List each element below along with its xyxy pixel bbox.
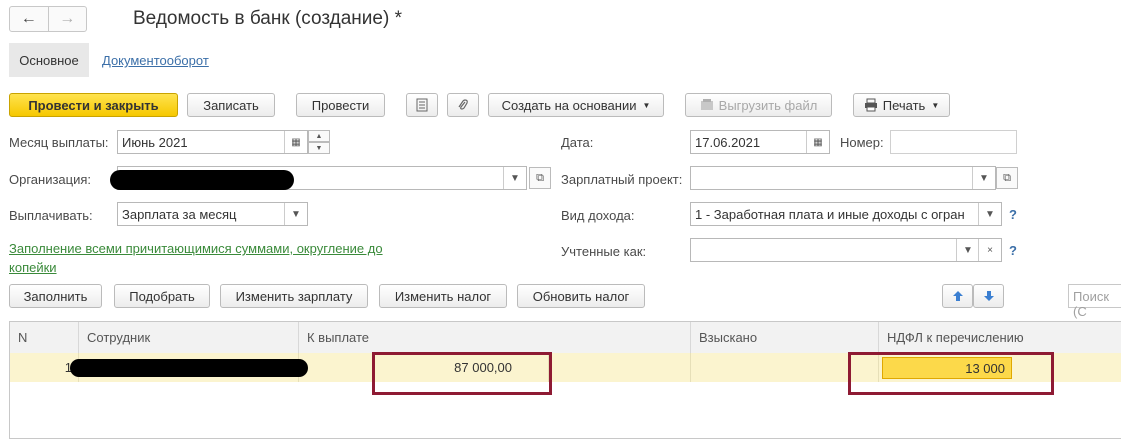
column-header-to-pay[interactable]: К выплате xyxy=(299,322,691,353)
month-up-button[interactable]: ▲ xyxy=(308,130,330,142)
redacted-employee xyxy=(70,359,308,377)
close-icon: × xyxy=(987,244,993,256)
organization-open-button[interactable]: ⧉ xyxy=(529,167,551,189)
navigation-buttons: ← → xyxy=(9,6,87,32)
open-icon: ⧉ xyxy=(536,171,544,184)
month-value: Июнь 2021 xyxy=(122,135,188,150)
calendar-button[interactable]: ▦ xyxy=(284,131,307,153)
chevron-down-icon: ▼ xyxy=(931,100,940,110)
number-field[interactable] xyxy=(890,130,1017,154)
column-header-employee[interactable]: Сотрудник xyxy=(79,322,299,353)
pick-button[interactable]: Подобрать xyxy=(114,284,210,308)
date-field[interactable]: 17.06.2021 ▦ xyxy=(690,130,830,154)
chevron-down-icon: ▼ xyxy=(510,172,520,184)
income-type-label: Вид дохода: xyxy=(561,208,635,223)
tab-main[interactable]: Основное xyxy=(9,43,89,77)
counted-as-clear-button[interactable]: × xyxy=(978,239,1001,261)
change-salary-button[interactable]: Изменить зарплату xyxy=(220,284,368,308)
cell-to-pay-extra xyxy=(549,353,691,382)
create-based-on-label: Создать на основании xyxy=(501,97,637,113)
page-title: Ведомость в банк (создание) * xyxy=(133,8,402,29)
redacted-organization xyxy=(110,170,294,190)
organization-label: Организация: xyxy=(9,172,92,187)
salary-project-dropdown-button[interactable]: ▼ xyxy=(972,167,995,189)
print-button[interactable]: Печать ▼ xyxy=(853,93,950,117)
document-list-button[interactable] xyxy=(406,93,438,117)
chevron-down-icon: ▼ xyxy=(642,100,651,110)
counted-as-label: Учтенные как: xyxy=(561,244,647,259)
pay-label: Выплачивать: xyxy=(9,208,93,223)
forward-button[interactable]: → xyxy=(49,7,87,31)
fill-amounts-link[interactable]: Заполнение всеми причитающимися суммами,… xyxy=(9,239,419,277)
move-down-button[interactable] xyxy=(973,284,1004,308)
post-button[interactable]: Провести xyxy=(296,93,385,117)
income-type-help-icon[interactable]: ? xyxy=(1009,207,1017,222)
pay-value: Зарплата за месяц xyxy=(122,207,237,222)
counted-as-field[interactable]: ▼ × xyxy=(690,238,1002,262)
chevron-down-icon: ▼ xyxy=(985,208,995,220)
export-icon xyxy=(700,99,713,110)
organization-dropdown-button[interactable]: ▼ xyxy=(503,167,526,189)
open-icon: ⧉ xyxy=(1003,171,1011,184)
attach-button[interactable] xyxy=(447,93,479,117)
printer-icon xyxy=(864,98,877,112)
print-label: Печать xyxy=(882,97,926,113)
calendar-icon: ▦ xyxy=(813,136,823,148)
counted-as-dropdown-button[interactable]: ▼ xyxy=(956,239,979,261)
highlight-ndfl xyxy=(848,352,1054,395)
date-label: Дата: xyxy=(561,135,594,150)
back-button[interactable]: ← xyxy=(10,7,48,31)
column-header-collected[interactable]: Взыскано xyxy=(691,322,879,353)
refresh-tax-button[interactable]: Обновить налог xyxy=(517,284,645,308)
save-button[interactable]: Записать xyxy=(187,93,275,117)
list-icon xyxy=(416,98,428,112)
post-and-close-button[interactable]: Провести и закрыть xyxy=(9,93,178,117)
cell-n[interactable]: 1 xyxy=(10,353,79,382)
salary-project-label: Зарплатный проект: xyxy=(561,172,683,187)
month-label: Месяц выплаты: xyxy=(9,135,109,150)
arrow-up-icon xyxy=(952,291,963,301)
date-value: 17.06.2021 xyxy=(695,135,761,150)
income-type-dropdown-button[interactable]: ▼ xyxy=(978,203,1001,225)
chevron-up-icon: ▲ xyxy=(315,132,323,140)
arrow-down-icon xyxy=(983,291,994,301)
date-calendar-button[interactable]: ▦ xyxy=(806,131,829,153)
export-file-label: Выгрузить файл xyxy=(718,97,818,113)
chevron-down-icon: ▼ xyxy=(315,144,323,152)
salary-project-open-button[interactable]: ⧉ xyxy=(996,167,1018,189)
tab-document-flow[interactable]: Документооборот xyxy=(102,53,209,68)
column-header-ndfl[interactable]: НДФЛ к перечислению xyxy=(879,322,1121,353)
arrow-left-icon: ← xyxy=(20,10,37,27)
salary-project-field[interactable]: ▼ xyxy=(690,166,996,190)
export-file-button[interactable]: Выгрузить файл xyxy=(685,93,832,117)
number-label: Номер: xyxy=(840,135,884,150)
create-based-on-button[interactable]: Создать на основании ▼ xyxy=(488,93,664,117)
counted-as-help-icon[interactable]: ? xyxy=(1009,243,1017,258)
move-up-button[interactable] xyxy=(942,284,973,308)
income-type-value: 1 - Заработная плата и иные доходы с огр… xyxy=(695,207,965,222)
calendar-icon: ▦ xyxy=(291,136,301,148)
chevron-down-icon: ▼ xyxy=(963,244,973,256)
month-field[interactable]: Июнь 2021 ▦ xyxy=(117,130,308,154)
fill-button[interactable]: Заполнить xyxy=(9,284,102,308)
month-down-button[interactable]: ▼ xyxy=(308,142,330,154)
highlight-to-pay xyxy=(372,352,552,395)
column-header-n[interactable]: N xyxy=(10,322,79,353)
pay-dropdown-button[interactable]: ▼ xyxy=(284,203,307,225)
search-input[interactable]: Поиск (С xyxy=(1068,284,1121,319)
paperclip-icon xyxy=(458,99,468,110)
pay-field[interactable]: Зарплата за месяц ▼ xyxy=(117,202,308,226)
chevron-down-icon: ▼ xyxy=(291,208,301,220)
change-tax-button[interactable]: Изменить налог xyxy=(379,284,507,308)
income-type-field[interactable]: 1 - Заработная плата и иные доходы с огр… xyxy=(690,202,1002,226)
chevron-down-icon: ▼ xyxy=(979,172,989,184)
arrow-right-icon: → xyxy=(59,10,76,27)
